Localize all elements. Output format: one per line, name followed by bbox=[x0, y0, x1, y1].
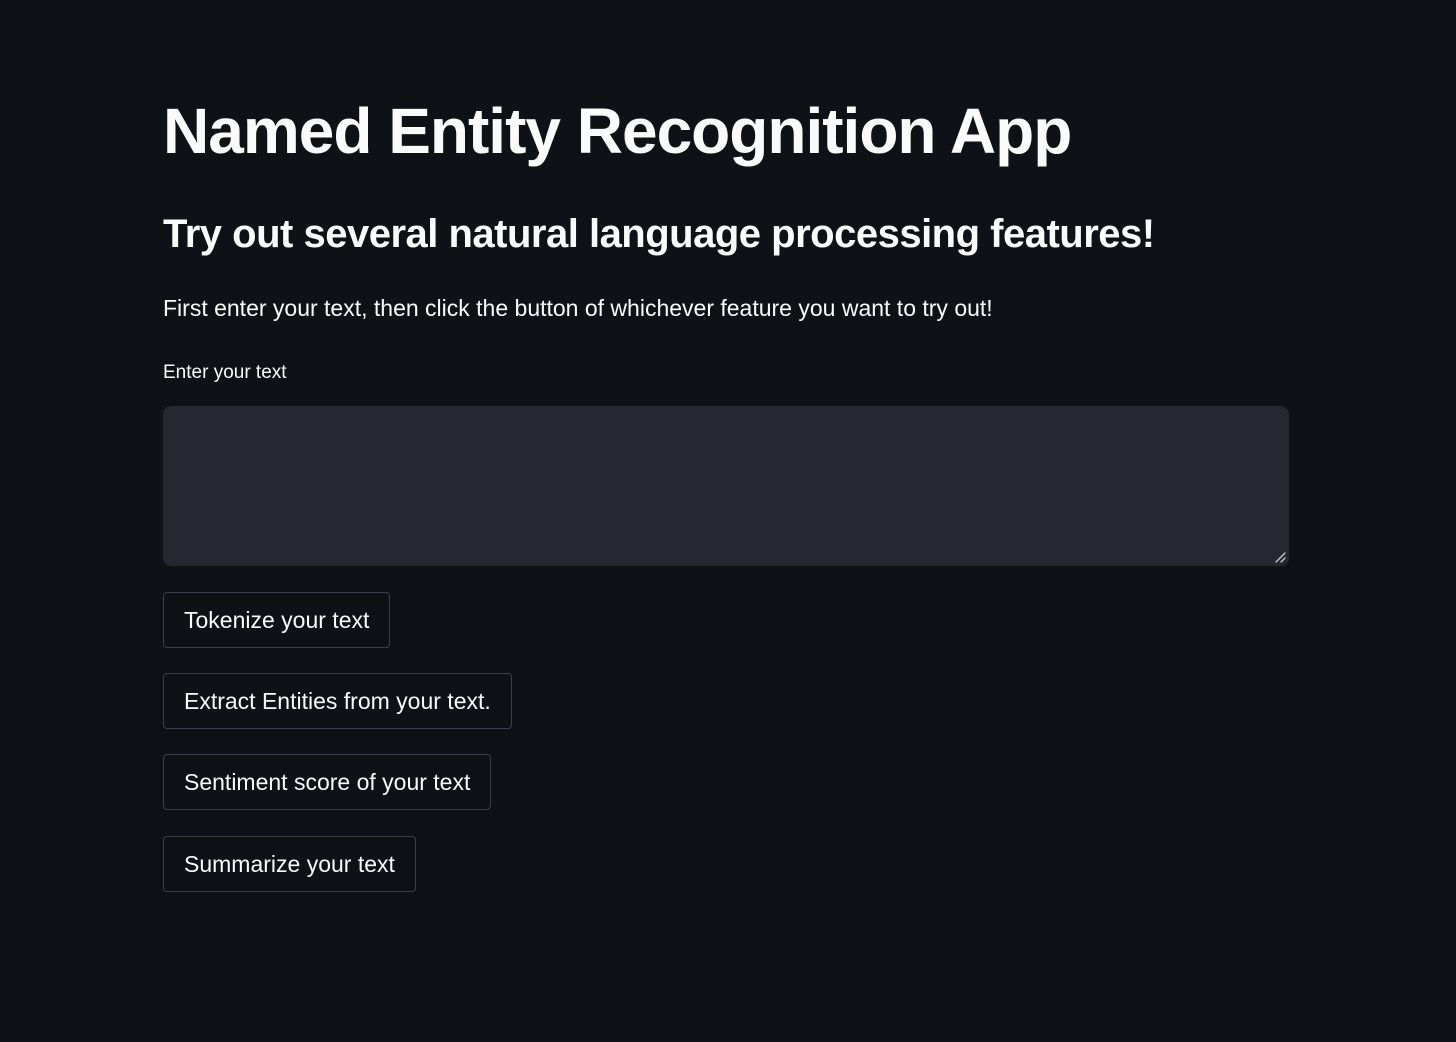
sentiment-score-button[interactable]: Sentiment score of your text bbox=[163, 754, 492, 810]
page-subtitle: Try out several natural language process… bbox=[163, 212, 1155, 256]
text-input-label: Enter your text bbox=[163, 362, 287, 383]
summarize-button[interactable]: Summarize your text bbox=[163, 836, 416, 892]
tokenize-button[interactable]: Tokenize your text bbox=[163, 592, 391, 648]
resize-handle-icon[interactable] bbox=[1274, 551, 1286, 563]
app-main: Named Entity Recognition App Try out sev… bbox=[0, 0, 1456, 1042]
page-title: Named Entity Recognition App bbox=[163, 95, 1072, 167]
extract-entities-button[interactable]: Extract Entities from your text. bbox=[163, 673, 512, 729]
text-input[interactable] bbox=[163, 406, 1289, 566]
text-input-container bbox=[163, 406, 1289, 566]
instructions-text: First enter your text, then click the bu… bbox=[163, 295, 993, 321]
